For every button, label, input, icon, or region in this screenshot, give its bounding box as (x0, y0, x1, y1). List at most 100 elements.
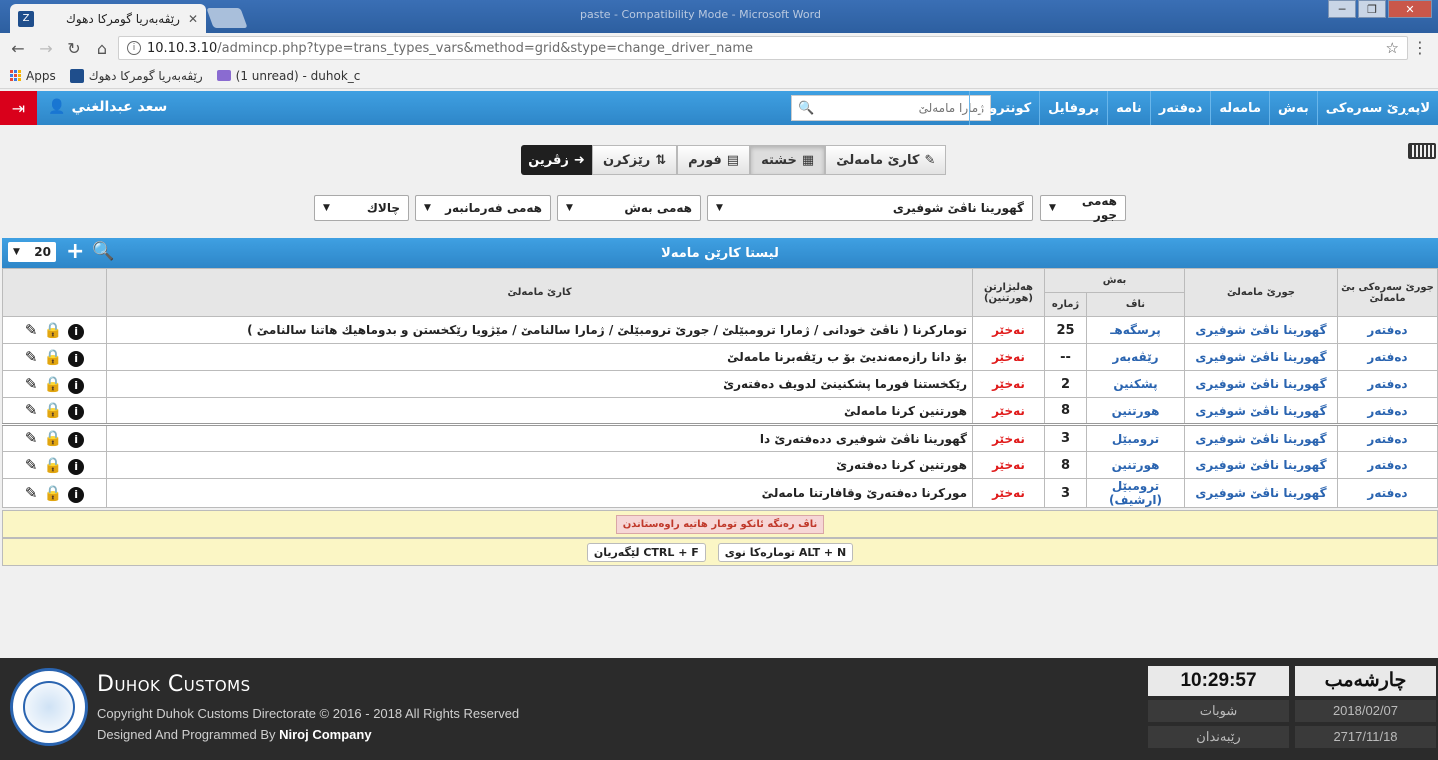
info-icon[interactable]: i (68, 323, 85, 340)
restore-button[interactable]: ❐ (1358, 0, 1386, 18)
search-icon[interactable]: 🔍 (798, 101, 814, 116)
cell-main-type[interactable]: دەفتەر (1337, 343, 1438, 371)
table-row[interactable]: دەفتەر گهورینا ناڤێ شوفیری پرسگەهـ 25 نەخێر ت… (2, 316, 1438, 344)
cell-section-name[interactable]: ترومبێل (1086, 423, 1185, 452)
url-input[interactable]: i 10.10.3.10/admincp.php?type=trans_type… (118, 36, 1408, 60)
reload-icon[interactable]: ↻ (60, 34, 88, 62)
pencil-edit-icon[interactable]: ✎ (25, 348, 38, 366)
back-button[interactable]: زڤرین ➜ (521, 145, 592, 175)
employee-filter[interactable]: هەمی فەرمانبەر ▼ (415, 195, 551, 221)
lock-icon[interactable]: 🔒 (43, 429, 62, 447)
cell-type[interactable]: گهورینا ناڤێ شوفیری (1184, 370, 1338, 398)
cell-main-type[interactable]: دەفتەر (1337, 397, 1438, 425)
new-tab-button[interactable] (206, 8, 248, 28)
employee-filter-value: هەمی فەرمانبەر (445, 201, 542, 215)
bookmark-star-icon[interactable]: ☆ (1386, 39, 1399, 57)
cell-main-type[interactable]: دەفتەر (1337, 316, 1438, 344)
section-filter[interactable]: هەمی بەش ▼ (557, 195, 701, 221)
bookmark-apps[interactable]: Apps (10, 69, 56, 83)
browser-menu-icon[interactable]: ⋮ (1412, 38, 1428, 57)
cell-section-name[interactable]: ترومبێل (ارشیف) (1086, 478, 1185, 508)
table-row[interactable]: دەفتەر گهورینا ناڤێ شوفیری هورتنین 8 نەخێر هو… (2, 451, 1438, 479)
tab-close-icon[interactable]: ✕ (188, 12, 198, 26)
table-row[interactable]: دەفتەر گهورینا ناڤێ شوفیری ترومبێل (ارشیف)… (2, 478, 1438, 508)
nav-registers[interactable]: دەفتەر (1149, 91, 1211, 125)
user-menu[interactable]: 👤 سعد عبدالغني (48, 99, 167, 115)
lock-icon[interactable]: 🔒 (43, 321, 62, 339)
pencil-edit-icon[interactable]: ✎ (25, 401, 38, 419)
cell-section-name[interactable]: هورتنین (1086, 451, 1185, 479)
cell-section-name[interactable]: رێڤەبەر (1086, 343, 1185, 371)
cell-type[interactable]: گهورینا ناڤێ شوفیری (1184, 423, 1338, 452)
cell-required: نەخێر (972, 370, 1045, 398)
nav-transactions[interactable]: مامەلە (1210, 91, 1269, 125)
info-icon[interactable]: i (68, 350, 85, 367)
grid-view-button[interactable]: خشتە ▦ (750, 145, 826, 175)
pencil-edit-icon[interactable]: ✎ (25, 375, 38, 393)
info-icon[interactable]: i (68, 377, 85, 394)
cell-type[interactable]: گهورینا ناڤێ شوفیری (1184, 451, 1338, 479)
nav-home[interactable]: لاپەڕێ سەرەكی (1316, 91, 1438, 125)
form-view-button[interactable]: فورم ▤ (677, 145, 751, 175)
nav-control[interactable]: كونترول (968, 91, 1039, 125)
info-icon[interactable]: i (68, 404, 85, 420)
type-filter-value: هەمی جور (1081, 194, 1117, 222)
table-row[interactable]: دەفتەر گهورینا ناڤێ شوفیری رێڤەبەر -- نەخێر ب… (2, 343, 1438, 371)
minimize-button[interactable]: ─ (1328, 0, 1356, 18)
back-arrow-icon[interactable]: ← (4, 34, 32, 62)
lock-icon[interactable]: 🔒 (43, 484, 62, 502)
hint-new-record: ALT + N تومارەكا نوی (717, 542, 854, 562)
cell-type[interactable]: گهورینا ناڤێ شوفیری (1184, 397, 1338, 425)
home-icon[interactable]: ⌂ (88, 34, 116, 62)
clock-time: 10:29:57 (1148, 666, 1289, 696)
cell-main-type[interactable]: دەفتەر (1337, 478, 1438, 508)
info-icon[interactable]: i (68, 486, 85, 503)
cell-section-name[interactable]: هورتنین (1086, 397, 1185, 425)
table-row[interactable]: دەفتەر گهورینا ناڤێ شوفیری هورتنین 8 نەخێر هو… (2, 397, 1438, 425)
pencil-edit-icon[interactable]: ✎ (25, 321, 38, 339)
logout-button[interactable]: ⇥ (0, 91, 37, 125)
keyboard-icon[interactable] (1408, 143, 1436, 159)
table-row[interactable]: دەفتەر گهورینا ناڤێ شوفیری ترومبێل 3 نەخێر گه… (2, 423, 1438, 452)
cell-section-name[interactable]: پرسگەهـ (1086, 316, 1185, 344)
lock-icon[interactable]: 🔒 (43, 456, 62, 474)
lock-icon[interactable]: 🔒 (43, 348, 62, 366)
site-info-icon[interactable]: i (127, 41, 141, 55)
lock-icon[interactable]: 🔒 (43, 401, 62, 419)
status-filter[interactable]: چالاك ▼ (314, 195, 409, 221)
pencil-edit-icon[interactable]: ✎ (25, 456, 38, 474)
cell-main-type[interactable]: دەفتەر (1337, 423, 1438, 452)
driver-filter[interactable]: گهورینا ناڤێ شوفیری ▼ (707, 195, 1033, 221)
cell-section-name[interactable]: پشكنین (1086, 370, 1185, 398)
task-view-button[interactable]: كارێ مامەلێ ✎ (825, 145, 947, 175)
bookmark-site-label: رێڤەبەریا گومرکا دهوك (88, 68, 203, 83)
pencil-edit-icon[interactable]: ✎ (25, 429, 38, 447)
cell-main-type[interactable]: دەفتەر (1337, 451, 1438, 479)
cell-type[interactable]: گهورینا ناڤێ شوفیری (1184, 343, 1338, 371)
window-close-button[interactable]: ✕ (1388, 0, 1432, 18)
browser-tab[interactable]: ✕ رێڤەبەریا گومرکا دهوك Z (10, 4, 206, 33)
cell-main-type[interactable]: دەفتەر (1337, 370, 1438, 398)
pencil-edit-icon[interactable]: ✎ (25, 484, 38, 502)
bookmark-site[interactable]: رێڤەبەریا گومرکا دهوك (69, 68, 203, 83)
nav-profile[interactable]: پروفايل (1039, 91, 1107, 125)
info-icon[interactable]: i (68, 432, 85, 448)
transaction-search-input[interactable] (814, 101, 984, 115)
forward-arrow-icon[interactable]: → (32, 34, 60, 62)
caret-down-icon: ▼ (424, 203, 431, 213)
info-icon[interactable]: i (68, 458, 85, 475)
cell-actions: i 🔒 ✎ (2, 370, 107, 398)
type-filter[interactable]: هەمی جور ▼ (1040, 194, 1126, 222)
add-icon[interactable]: + (66, 240, 84, 264)
copyright-text: Copyright Duhok Customs Directorate © 20… (97, 706, 520, 721)
search-icon[interactable]: 🔍 (92, 240, 114, 264)
table-row[interactable]: دەفتەر گهورینا ناڤێ شوفیری پشكنین 2 نەخێر رێك… (2, 370, 1438, 398)
nav-sections[interactable]: بەش (1269, 91, 1317, 125)
sort-button[interactable]: رێزكرن ⇅ (592, 145, 678, 175)
nav-letters[interactable]: نامە (1107, 91, 1150, 125)
lock-icon[interactable]: 🔒 (43, 375, 62, 393)
cell-type[interactable]: گهورینا ناڤێ شوفیری (1184, 316, 1338, 344)
page-size-select[interactable]: ▼ 20 (8, 242, 56, 262)
cell-type[interactable]: گهورینا ناڤێ شوفیری (1184, 478, 1338, 508)
bookmark-mail[interactable]: (1 unread) - duhok_c (216, 69, 360, 83)
